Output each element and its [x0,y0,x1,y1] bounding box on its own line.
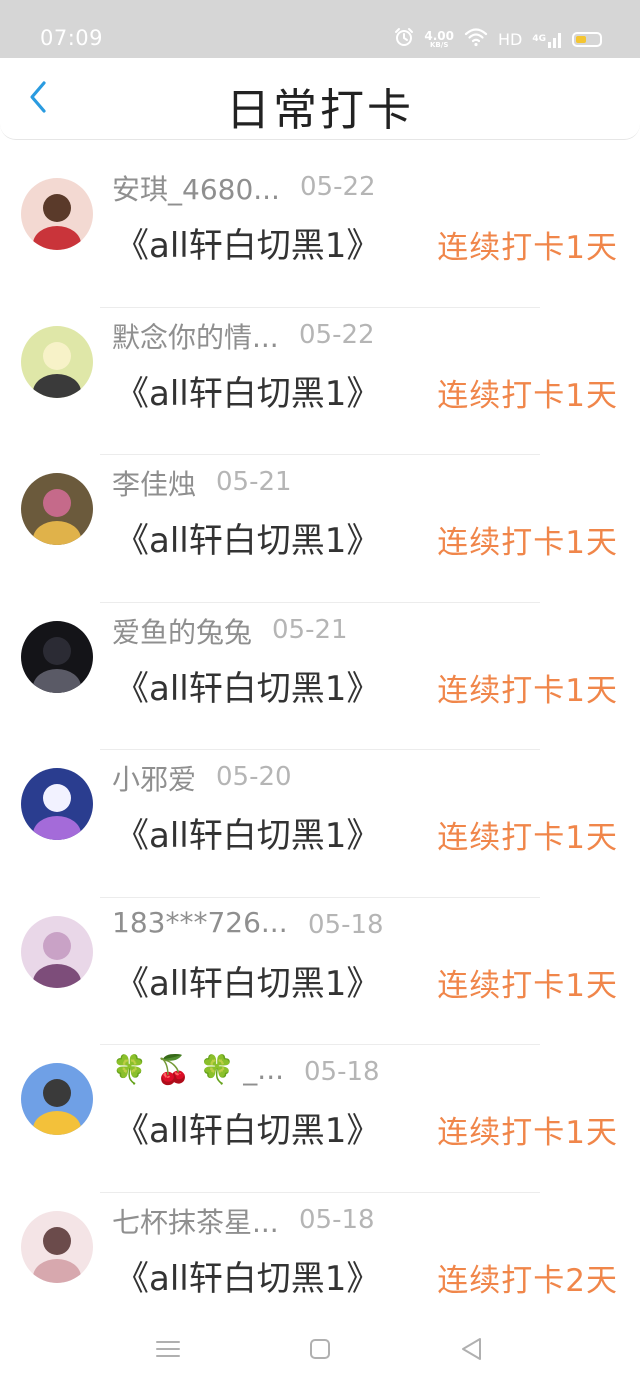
checkin-date: 05-18 [299,1204,375,1235]
name-row: 七杯抹茶星... 05-18 [112,1201,532,1241]
hd-indicator: HD [497,29,523,49]
avatar[interactable] [21,915,93,988]
name-row: 183***726... 05-18 [112,906,532,946]
streak-label: 连续打卡1天 [437,820,618,856]
name-row: 默念你的情... 05-22 [112,316,532,356]
list-item[interactable]: 183***726... 05-18 《all轩白切黑1》 连续打卡1天 [0,898,640,1045]
username[interactable]: 安琪_4680... [112,168,280,208]
checkin-date: 05-22 [300,172,376,202]
name-row: 爱鱼的兔兔 05-21 [112,611,532,651]
network-speed-unit: KB/S [430,40,449,49]
username[interactable]: 七杯抹茶星... [112,1201,279,1241]
avatar[interactable] [21,325,93,398]
battery-level [576,35,586,43]
book-title[interactable]: 《all轩白切黑1》 [115,1103,380,1152]
streak-label: 连续打卡1天 [437,967,618,1004]
list-item[interactable]: 默念你的情... 05-22 《all轩白切黑1》 连续打卡1天 [0,308,640,455]
cell-signal-icon: 4G [532,30,562,48]
username[interactable]: 🍀 🍒 🍀 _... [112,1053,284,1086]
book-title[interactable]: 《all轩白切黑1》 [115,808,380,857]
wifi-icon [464,27,488,51]
list-item[interactable]: 🍀 🍒 🍀 _... 05-18 《all轩白切黑1》 连续打卡1天 [0,1045,640,1193]
checkin-date: 05-20 [216,762,292,792]
list-item[interactable]: 李佳烛 05-21 《all轩白切黑1》 连续打卡1天 [0,455,640,603]
alarm-icon [394,27,414,51]
name-row: 🍀 🍒 🍀 _... 05-18 [112,1053,532,1093]
book-title[interactable]: 《all轩白切黑1》 [115,1251,380,1300]
book-title[interactable]: 《all轩白切黑1》 [115,661,380,710]
name-row: 安琪_4680... 05-22 [112,168,532,208]
list-item[interactable]: 安琪_4680... 05-22 《all轩白切黑1》 连续打卡1天 [0,160,640,308]
menu-icon[interactable] [153,1334,183,1364]
battery-icon [572,31,602,47]
avatar[interactable] [21,1210,93,1283]
avatar[interactable] [21,1063,93,1135]
checkin-date: 05-18 [304,1057,380,1087]
streak-label: 连续打卡2天 [437,1262,618,1299]
avatar[interactable] [21,178,93,250]
checkin-date: 05-18 [308,909,384,940]
status-time: 07:09 [40,26,104,50]
title-bar: 日常打卡 [0,58,640,140]
book-title[interactable]: 《all轩白切黑1》 [115,218,380,267]
home-square-icon[interactable] [305,1334,335,1364]
username[interactable]: 李佳烛 [112,463,196,503]
back-triangle-icon[interactable] [457,1334,487,1364]
streak-label: 连续打卡1天 [437,672,618,709]
list-item[interactable]: 小邪爱 05-20 《all轩白切黑1》 连续打卡1天 [0,750,640,898]
avatar[interactable] [21,473,93,545]
book-title[interactable]: 《all轩白切黑1》 [115,513,380,562]
network-speed-value: 4.00 [424,28,454,43]
streak-label: 连续打卡1天 [437,230,618,266]
system-nav-bar [0,1310,640,1387]
network-speed: 4.00 KB/S [424,30,454,49]
checkin-date: 05-21 [272,614,348,645]
avatar[interactable] [21,768,93,840]
app-screen: 07:09 4.00 KB/S HD 4G 日常打卡 安琪_4680... 05… [0,0,640,1387]
username[interactable]: 默念你的情... [112,316,279,356]
checkin-date: 05-22 [299,319,375,350]
book-title[interactable]: 《all轩白切黑1》 [115,956,380,1005]
status-icons: 4.00 KB/S HD 4G [394,24,602,54]
network-type: 4G [532,34,546,44]
list-item[interactable]: 爱鱼的兔兔 05-21 《all轩白切黑1》 连续打卡1天 [0,603,640,750]
username[interactable]: 小邪爱 [112,758,196,798]
username[interactable]: 183***726... [112,906,288,939]
streak-label: 连续打卡1天 [437,525,618,561]
status-bar: 07:09 4.00 KB/S HD 4G [0,0,640,58]
name-row: 小邪爱 05-20 [112,758,532,798]
page-title: 日常打卡 [226,85,414,136]
checkin-list: 安琪_4680... 05-22 《all轩白切黑1》 连续打卡1天 默念你的情... 0… [0,160,640,1340]
streak-label: 连续打卡1天 [437,377,618,414]
book-title[interactable]: 《all轩白切黑1》 [115,366,380,415]
name-row: 李佳烛 05-21 [112,463,532,503]
checkin-date: 05-21 [216,467,292,497]
username[interactable]: 爱鱼的兔兔 [112,611,252,651]
streak-label: 连续打卡1天 [437,1115,618,1151]
avatar[interactable] [21,620,93,693]
